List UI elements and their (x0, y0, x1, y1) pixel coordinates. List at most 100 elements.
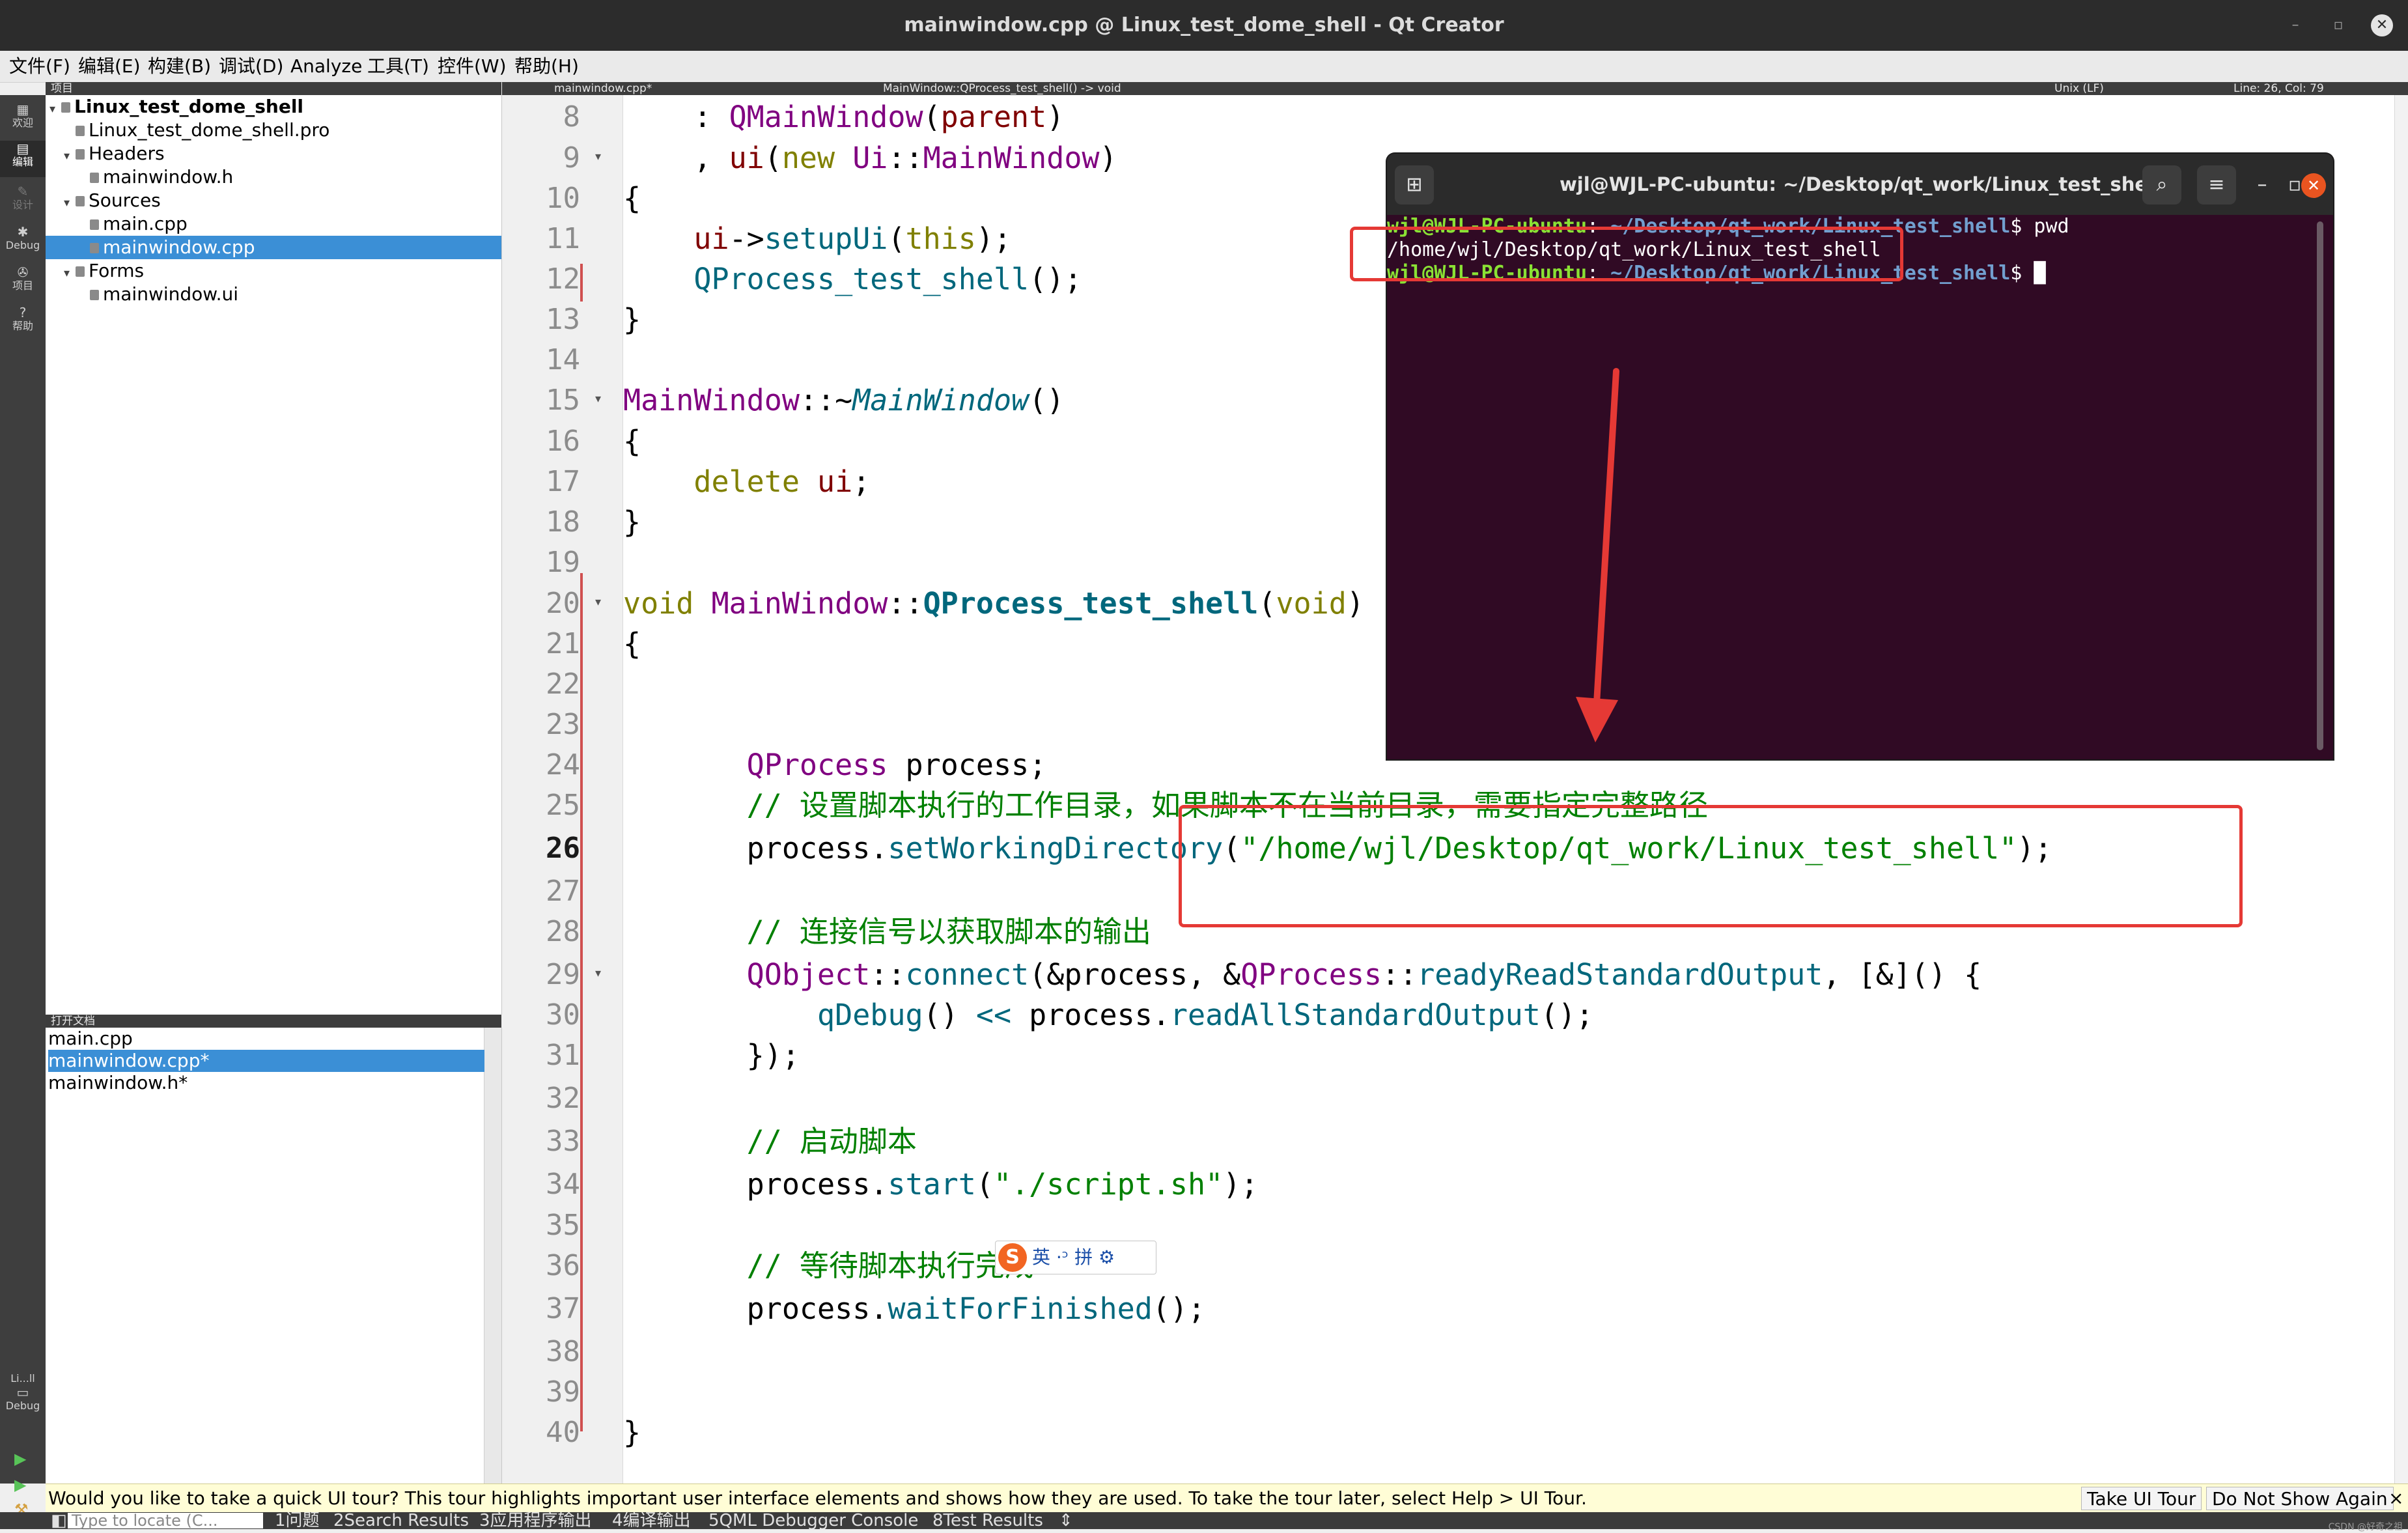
mode-projects[interactable]: ✇ 项目 (0, 264, 46, 292)
pane-issues[interactable]: 1问题 (275, 1512, 320, 1529)
ime-status[interactable]: 英 ·ᵓ 拼 ⚙ (1032, 1241, 1115, 1274)
code-line[interactable]: : QMainWindow(parent) (623, 98, 1064, 136)
do-not-show-again-button[interactable]: Do Not Show Again (2206, 1487, 2394, 1510)
mode-help[interactable]: ? 帮助 (0, 305, 46, 332)
pane-search-results[interactable]: 2Search Results (333, 1512, 469, 1529)
code-token: // 启动脚本 (746, 1124, 917, 1159)
menu-build[interactable]: 构建(B) (148, 55, 211, 78)
run-icon[interactable]: ▶ (14, 1450, 26, 1468)
menu-debug[interactable]: 调试(D) (219, 55, 283, 78)
search-icon[interactable]: ⌕ (2142, 165, 2181, 204)
code-line[interactable]: , ui(new Ui::MainWindow) (623, 139, 1117, 177)
pane-application-output[interactable]: 3应用程序输出 (479, 1512, 592, 1529)
tree-item[interactable]: mainwindow.h (46, 165, 501, 189)
code-line[interactable]: QProcess_test_shell(); (623, 260, 1082, 298)
code-line[interactable]: // 等待脚本执行完成 (623, 1247, 1034, 1285)
code-token: { (623, 626, 641, 661)
code-line[interactable]: } (623, 301, 641, 339)
code-line[interactable]: process.waitForFinished(); (623, 1290, 1205, 1328)
open-document-item[interactable]: main.cpp (48, 1028, 484, 1050)
menu-help[interactable]: 帮助(H) (514, 55, 579, 78)
minimize-button[interactable]: – (2284, 14, 2306, 36)
take-ui-tour-button[interactable]: Take UI Tour (2081, 1487, 2202, 1510)
menu-icon[interactable]: ≡ (2197, 165, 2236, 204)
code-line[interactable]: delete ui; (623, 463, 870, 501)
close-button[interactable]: ✕ (2371, 14, 2393, 36)
fold-arrow-icon[interactable]: ▾ (595, 392, 601, 406)
expand-arrow-icon[interactable]: ▾ (64, 262, 76, 285)
tree-item[interactable]: ▾ Linux_test_dome_shell (46, 95, 501, 119)
expand-arrow-icon[interactable]: ▾ (49, 98, 61, 121)
code-line[interactable]: { (623, 625, 641, 663)
mode-debug[interactable]: ✱ Debug (0, 224, 46, 251)
editor-symbol-selector[interactable]: MainWindow::QProcess_test_shell() -> voi… (883, 82, 1121, 95)
code-line[interactable]: qDebug() << process.readAllStandardOutpu… (623, 996, 1593, 1034)
menu-analyze[interactable]: Analyze (290, 55, 362, 78)
code-line[interactable]: { (623, 180, 641, 218)
restore-button[interactable]: ▫ (2327, 14, 2349, 36)
fold-arrow-icon[interactable]: ▾ (595, 966, 601, 980)
code-line[interactable]: void MainWindow::QProcess_test_shell(voi… (623, 585, 1364, 623)
code-token: process (746, 1167, 871, 1202)
code-line[interactable]: // 连接信号以获取脚本的输出 (623, 913, 1151, 951)
pane-compile-output[interactable]: 4编译输出 (612, 1512, 691, 1529)
code-token: ( (923, 100, 941, 134)
mode-edit[interactable]: ▤ 编辑 (0, 141, 46, 177)
menu-tools[interactable]: 工具(T) (367, 55, 429, 78)
tree-item[interactable]: ▾ Headers (46, 142, 501, 165)
expand-arrow-icon[interactable]: ▾ (64, 191, 76, 215)
pane-qml-debugger-console[interactable]: 5QML Debugger Console (708, 1512, 918, 1529)
fold-arrow-icon[interactable]: ▾ (595, 150, 601, 163)
code-line[interactable]: } (623, 1414, 641, 1452)
tree-item[interactable]: ▾ Forms (46, 259, 501, 283)
code-line[interactable]: QObject::connect(&process, &QProcess::re… (623, 956, 1982, 994)
tree-item-label: Headers (89, 143, 165, 164)
menu-window[interactable]: 控件(W) (438, 55, 507, 78)
code-line[interactable]: ui->setupUi(this); (623, 220, 1011, 258)
title-bar: mainwindow.cpp @ Linux_test_dome_shell -… (0, 0, 2408, 51)
tree-item[interactable]: mainwindow.cpp (46, 236, 501, 259)
code-line[interactable]: }); (623, 1037, 800, 1075)
open-document-item[interactable]: mainwindow.h* (48, 1072, 484, 1094)
tree-item[interactable]: Linux_test_dome_shell.pro (46, 119, 501, 142)
fold-arrow-icon[interactable]: ▾ (595, 595, 601, 609)
locator-input[interactable]: Type to locate (C... (68, 1513, 263, 1528)
tree-item[interactable]: main.cpp (46, 212, 501, 236)
open-document-item[interactable]: mainwindow.cpp* (48, 1050, 484, 1072)
pane-more-icon[interactable]: ⇕ (1059, 1512, 1073, 1529)
open-documents-scrollbar[interactable] (484, 1028, 501, 1484)
editor-file-tab[interactable]: mainwindow.cpp* (554, 82, 652, 95)
expand-arrow-icon[interactable]: ▾ (64, 145, 76, 168)
editor-scrollbar[interactable] (2394, 95, 2408, 1484)
mode-design[interactable]: ✎ 设计 (0, 184, 46, 211)
line-number: 29 (546, 958, 580, 991)
terminal-scrollbar[interactable] (2317, 221, 2323, 750)
menu-edit[interactable]: 编辑(E) (78, 55, 141, 78)
code-token: MainWindow (923, 141, 1100, 175)
terminal-close-button[interactable]: ✕ (2301, 173, 2326, 198)
line-ending-selector[interactable]: Unix (LF) (2054, 82, 2104, 95)
code-token: . (870, 1291, 888, 1326)
pane-test-results[interactable]: 8Test Results (932, 1512, 1043, 1529)
menu-file[interactable]: 文件(F) (9, 55, 70, 78)
code-line[interactable]: // 启动脚本 (623, 1123, 917, 1160)
monitor-icon: ▭ (16, 1385, 29, 1400)
tree-item[interactable]: ▾ Sources (46, 189, 501, 212)
tree-item[interactable]: mainwindow.ui (46, 283, 501, 306)
debug-run-icon[interactable]: ▶ (14, 1476, 26, 1494)
code-line[interactable]: } (623, 503, 641, 541)
kit-selector[interactable]: Li...ll ▭ Debug (0, 1373, 46, 1412)
line-number: 17 (546, 465, 580, 498)
code-line[interactable]: MainWindow::~MainWindow() (623, 382, 1064, 419)
new-tab-icon[interactable]: ⊞ (1395, 165, 1434, 204)
terminal-cursor: █ (2034, 262, 2046, 285)
code-line[interactable]: { (623, 423, 641, 460)
close-tour-icon[interactable]: × (2388, 1484, 2403, 1513)
ime-toolbar[interactable]: S 英 ·ᵓ 拼 ⚙ (995, 1241, 1156, 1274)
mode-welcome[interactable]: ▦ 欢迎 (0, 102, 46, 129)
sidebar-toggle-icon[interactable]: ◧ (51, 1512, 67, 1529)
code-line[interactable]: process.start("./script.sh"); (623, 1166, 1259, 1203)
code-line[interactable]: QProcess process; (623, 746, 1047, 784)
code-token: ui (693, 221, 729, 256)
